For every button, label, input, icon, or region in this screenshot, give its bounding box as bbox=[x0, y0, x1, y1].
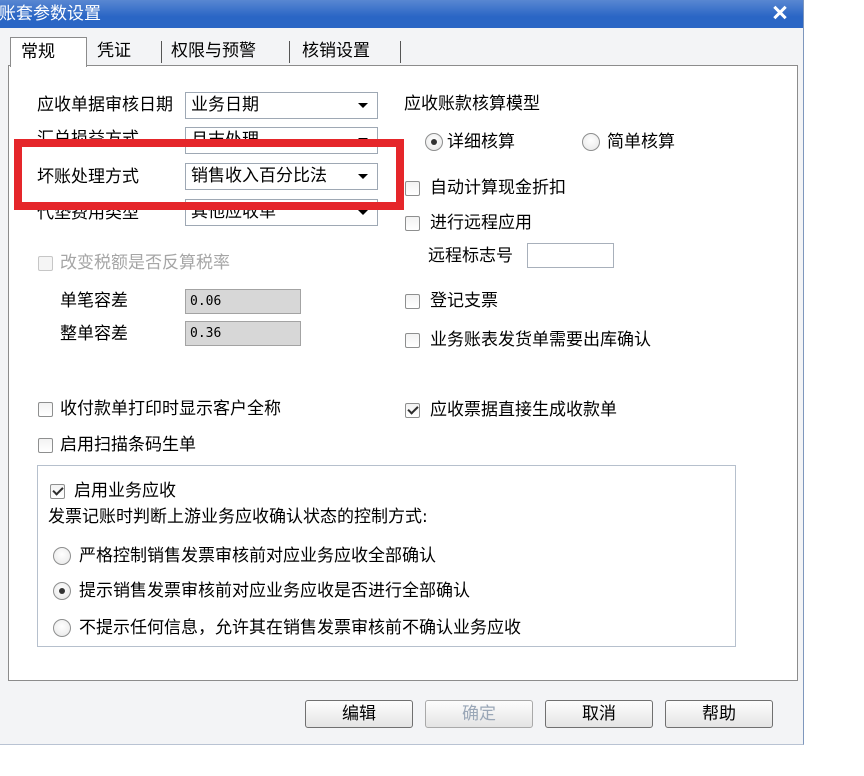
help-button[interactable]: 帮助 bbox=[665, 700, 773, 728]
auto-cash-discount-checkbox-box[interactable] bbox=[405, 181, 420, 196]
whole-tolerance-field[interactable]: 0.36 bbox=[185, 321, 301, 346]
audit-date-label: 应收单据审核日期 bbox=[37, 95, 173, 115]
parameter-settings-dialog: 账套参数设置 常规 凭证 权限与预警 核销设置 应收单据审核日期 业务日期 汇兑… bbox=[0, 0, 804, 745]
scan-barcode-label: 启用扫描条码生单 bbox=[60, 435, 196, 455]
advance-fee-type-value: 其他应收单 bbox=[191, 202, 276, 222]
print-customer-full-name-checkbox-box[interactable] bbox=[38, 402, 53, 417]
bad-debt-method-value: 销售收入百分比法 bbox=[191, 166, 327, 186]
tab-separator bbox=[400, 41, 401, 63]
tab-voucher[interactable]: 凭证 bbox=[97, 37, 131, 66]
control-prompt-radio-circle[interactable] bbox=[53, 582, 71, 600]
register-check-label: 登记支票 bbox=[430, 291, 498, 311]
tab-writeoff-settings[interactable]: 核销设置 bbox=[302, 37, 370, 66]
enable-business-receivable-label: 启用业务应收 bbox=[74, 481, 176, 501]
model-detailed-radio-circle[interactable] bbox=[425, 133, 443, 151]
control-strict-label: 严格控制销售发票审核前对应业务应收全部确认 bbox=[79, 546, 436, 566]
recalc-tax-rate-label: 改变税额是否反算税率 bbox=[60, 253, 230, 273]
single-tolerance-field[interactable]: 0.06 bbox=[185, 289, 301, 314]
model-simple-label: 简单核算 bbox=[607, 132, 675, 152]
accounting-model-label: 应收账款核算模型 bbox=[404, 94, 540, 114]
exchange-method-value: 月末处理 bbox=[191, 130, 259, 150]
audit-date-select[interactable]: 业务日期 bbox=[185, 92, 378, 119]
dropdown-arrow-icon[interactable] bbox=[358, 138, 368, 143]
dialog-title: 账套参数设置 bbox=[0, 4, 101, 24]
dropdown-arrow-icon[interactable] bbox=[358, 210, 368, 215]
tab-general[interactable]: 常规 bbox=[10, 37, 87, 67]
audit-date-value: 业务日期 bbox=[191, 95, 259, 115]
tab-separator bbox=[161, 41, 162, 63]
single-tolerance-label: 单笔容差 bbox=[60, 291, 128, 311]
note-to-receipt-checkbox-box[interactable] bbox=[405, 403, 420, 418]
close-icon[interactable] bbox=[770, 3, 790, 23]
tab-permission-warning[interactable]: 权限与预警 bbox=[171, 37, 256, 66]
exchange-method-label: 汇兑损益方式 bbox=[37, 129, 139, 149]
cancel-button[interactable]: 取消 bbox=[545, 700, 653, 728]
control-strict-radio-circle[interactable] bbox=[53, 547, 71, 565]
edit-button[interactable]: 编辑 bbox=[305, 700, 413, 728]
bad-debt-method-label: 坏账处理方式 bbox=[37, 167, 139, 187]
recalc-tax-rate-checkbox-box[interactable] bbox=[38, 256, 53, 271]
control-none-radio-circle[interactable] bbox=[53, 619, 71, 637]
control-prompt-label: 提示销售发票审核前对应业务应收是否进行全部确认 bbox=[79, 581, 470, 601]
remote-id-label: 远程标志号 bbox=[428, 246, 513, 266]
whole-tolerance-label: 整单容差 bbox=[60, 324, 128, 344]
control-method-label: 发票记账时判断上游业务应收确认状态的控制方式: bbox=[48, 507, 428, 527]
bad-debt-method-select[interactable]: 销售收入百分比法 bbox=[185, 163, 378, 190]
exchange-method-select[interactable]: 月末处理 bbox=[185, 127, 378, 154]
delivery-confirm-checkbox-box[interactable] bbox=[405, 333, 420, 348]
advance-fee-type-label: 代垫费用类型 bbox=[37, 203, 139, 223]
model-simple-radio-circle[interactable] bbox=[582, 133, 600, 151]
advance-fee-type-select[interactable]: 其他应收单 bbox=[185, 199, 378, 226]
auto-cash-discount-label: 自动计算现金折扣 bbox=[430, 178, 566, 198]
tab-separator bbox=[289, 41, 290, 63]
remote-app-label: 进行远程应用 bbox=[430, 213, 532, 233]
scan-barcode-checkbox-box[interactable] bbox=[38, 438, 53, 453]
enable-business-receivable-checkbox-box[interactable] bbox=[50, 484, 65, 499]
remote-app-checkbox-box[interactable] bbox=[405, 216, 420, 231]
title-bar[interactable]: 账套参数设置 bbox=[0, 0, 803, 28]
delivery-confirm-label: 业务账表发货单需要出库确认 bbox=[430, 330, 651, 350]
note-to-receipt-label: 应收票据直接生成收款单 bbox=[430, 400, 617, 420]
model-detailed-label: 详细核算 bbox=[447, 132, 515, 152]
dropdown-arrow-icon[interactable] bbox=[358, 174, 368, 179]
ok-button[interactable]: 确定 bbox=[425, 700, 533, 728]
remote-id-input[interactable] bbox=[527, 243, 614, 268]
print-customer-full-name-label: 收付款单打印时显示客户全称 bbox=[60, 399, 281, 419]
register-check-checkbox-box[interactable] bbox=[405, 294, 420, 309]
dropdown-arrow-icon[interactable] bbox=[358, 103, 368, 108]
control-none-label: 不提示任何信息，允许其在销售发票审核前不确认业务应收 bbox=[79, 618, 521, 638]
